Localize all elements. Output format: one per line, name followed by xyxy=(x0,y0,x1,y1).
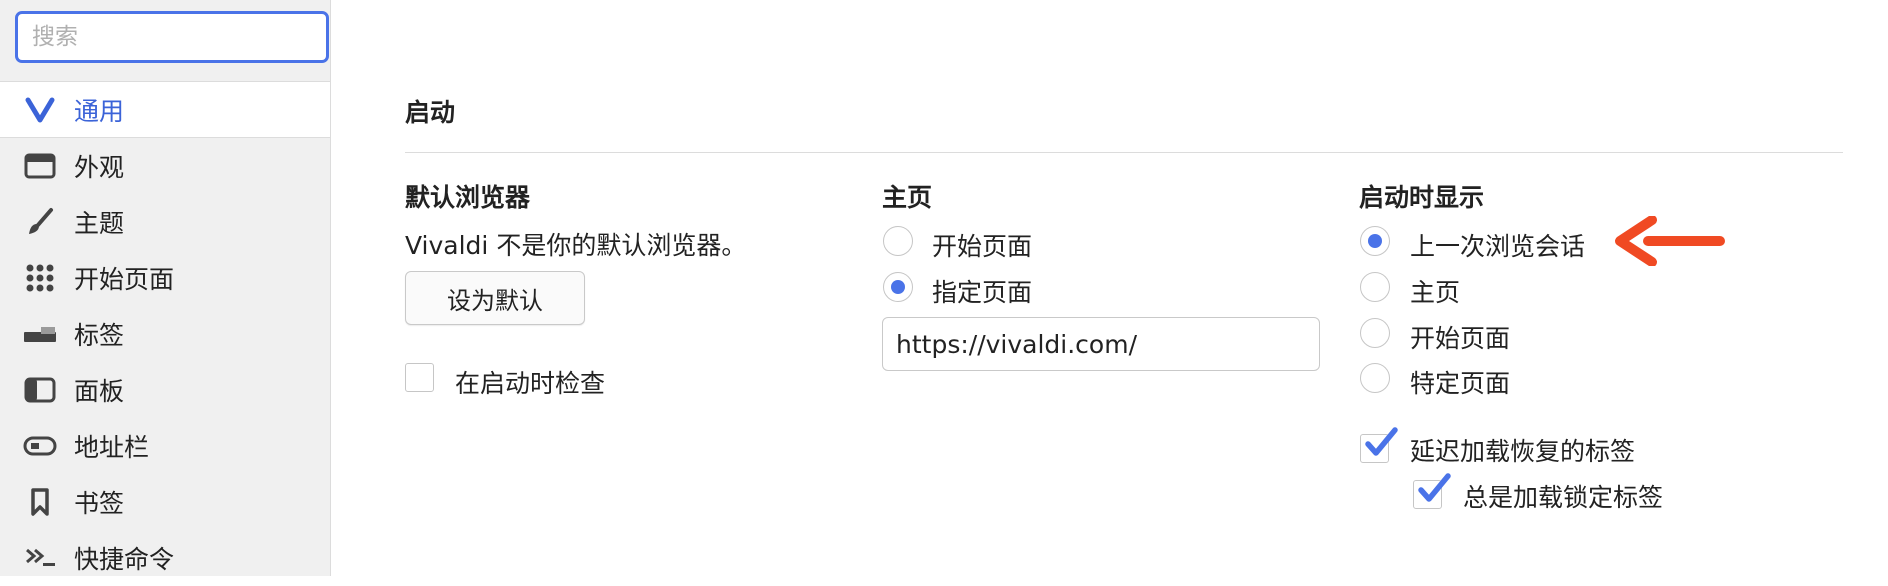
homepage-heading: 主页 xyxy=(882,183,933,212)
lazy-load-label: 延迟加载恢复的标签 xyxy=(1410,437,1636,466)
panel-icon xyxy=(20,370,60,410)
startup-last-session-radio[interactable] xyxy=(1360,226,1390,256)
sidebar-item-appearance[interactable]: 外观 xyxy=(0,138,330,194)
homepage-url-field[interactable] xyxy=(882,317,1320,371)
startup-last-session-label: 上一次浏览会话 xyxy=(1410,232,1586,261)
startup-specific-page-radio[interactable] xyxy=(1360,363,1390,393)
startup-homepage-radio[interactable] xyxy=(1360,272,1390,302)
lazy-load-pinned-label: 总是加载锁定标签 xyxy=(1463,483,1664,512)
tabs-icon xyxy=(20,314,60,354)
sidebar-item-label: 快捷命令 xyxy=(74,545,175,574)
sidebar-item-quick-commands[interactable]: 快捷命令 xyxy=(0,530,330,586)
homepage-specific-page-radio[interactable] xyxy=(883,272,913,302)
homepage-specific-page-label: 指定页面 xyxy=(932,278,1033,307)
check-on-startup-label: 在启动时检查 xyxy=(455,369,606,398)
startup-specific-page-label: 特定页面 xyxy=(1410,369,1511,398)
startup-start-page-label: 开始页面 xyxy=(1410,324,1511,353)
sidebar-item-label: 面板 xyxy=(74,377,125,406)
sidebar-item-label: 地址栏 xyxy=(74,433,150,462)
divider xyxy=(405,152,1843,153)
default-browser-status: Vivaldi 不是你的默认浏览器。 xyxy=(405,231,747,260)
section-title: 启动 xyxy=(405,98,456,127)
startup-start-page-radio[interactable] xyxy=(1360,318,1390,348)
startup-homepage-label: 主页 xyxy=(1410,278,1461,307)
checkmark-icon xyxy=(1365,427,1398,456)
sidebar-item-label: 外观 xyxy=(74,153,125,182)
window-icon xyxy=(20,146,60,186)
sidebar-item-label: 书签 xyxy=(74,489,125,518)
startup-heading: 启动时显示 xyxy=(1359,183,1485,212)
default-browser-heading: 默认浏览器 xyxy=(405,183,531,212)
search-input[interactable] xyxy=(15,11,329,63)
grid-icon xyxy=(20,258,60,298)
checkmark-icon xyxy=(1418,473,1451,502)
sidebar-item-label: 主题 xyxy=(74,209,125,238)
sidebar-item-general[interactable]: 通用 xyxy=(0,82,330,138)
set-default-button[interactable]: 设为默认 xyxy=(405,271,585,325)
sidebar-item-tabs[interactable]: 标签 xyxy=(0,306,330,362)
homepage-start-page-label: 开始页面 xyxy=(932,232,1033,261)
homepage-start-page-radio[interactable] xyxy=(883,226,913,256)
sidebar-item-bookmarks[interactable]: 书签 xyxy=(0,474,330,530)
sidebar-item-label: 开始页面 xyxy=(74,265,175,294)
sidebar-item-themes[interactable]: 主题 xyxy=(0,194,330,250)
search-area xyxy=(0,0,330,82)
check-on-startup-checkbox[interactable] xyxy=(405,363,434,392)
sidebar-item-address-bar[interactable]: 地址栏 xyxy=(0,418,330,474)
sidebar-item-start-page[interactable]: 开始页面 xyxy=(0,250,330,306)
vivaldi-logo-icon xyxy=(20,90,60,130)
bookmark-icon xyxy=(20,482,60,522)
annotation-arrow-icon xyxy=(1615,216,1725,266)
sidebar-item-label: 标签 xyxy=(74,321,125,350)
sidebar: 通用 外观 主题 开始页面 标签 面板 xyxy=(0,0,331,576)
quick-commands-icon xyxy=(20,538,60,578)
brush-icon xyxy=(20,202,60,242)
sidebar-item-label: 通用 xyxy=(74,96,125,126)
address-bar-icon xyxy=(20,426,60,466)
sidebar-item-panel[interactable]: 面板 xyxy=(0,362,330,418)
